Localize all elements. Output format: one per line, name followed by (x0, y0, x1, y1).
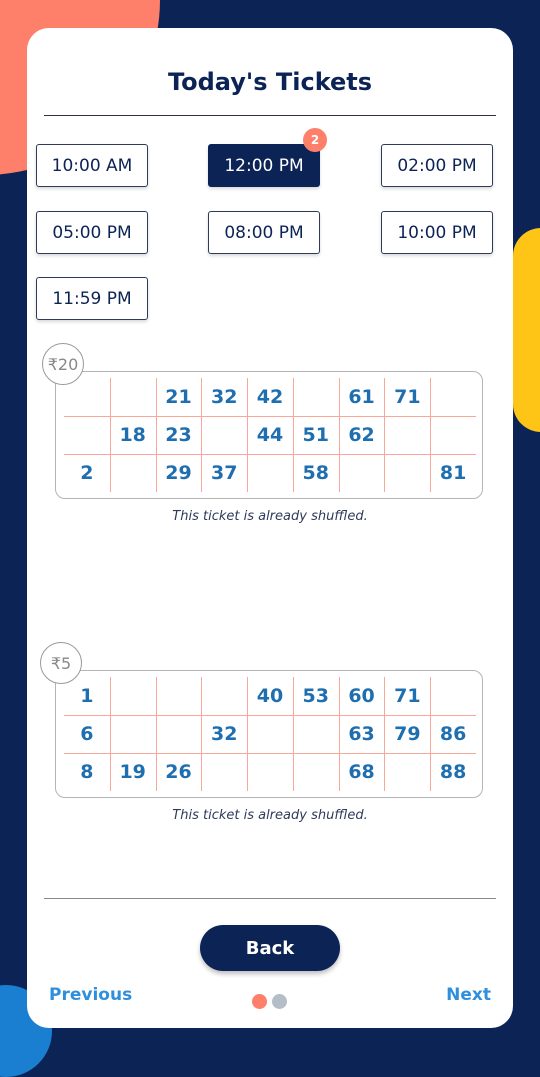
ticket-empty-cell (430, 378, 476, 416)
previous-link[interactable]: Previous (49, 985, 132, 1005)
ticket-empty-cell (201, 677, 247, 715)
ticket-number-cell: 18 (119, 424, 146, 446)
time-slot-1159pm[interactable]: 11:59 PM (36, 277, 148, 320)
ticket-number-cell: 21 (165, 386, 192, 408)
ticket-empty-cell (110, 715, 156, 753)
time-slot-1000pm[interactable]: 10:00 PM (381, 211, 493, 254)
ticket-empty-cell (339, 454, 385, 492)
ticket-empty-cell (247, 715, 293, 753)
ticket-note: This ticket is already shuffled. (172, 808, 368, 823)
ticket-empty-cell (247, 753, 293, 791)
page-indicator-dot[interactable] (272, 994, 287, 1009)
ticket-number-cell: 71 (394, 685, 421, 707)
ticket-grid: 21 32 42 61 71 18 23 44 51 62 2 29 37 58 81 (64, 378, 476, 492)
ticket-empty-cell (156, 715, 202, 753)
ticket-number-cell: 86 (439, 723, 467, 745)
ticket-number-cell: 6 (80, 723, 94, 745)
ticket-number-cell: 63 (348, 723, 375, 745)
footer-divider (44, 898, 496, 899)
ticket-number-cell: 44 (256, 424, 284, 446)
ticket-empty-cell (64, 416, 110, 454)
ticket-price-badge: ₹20 (42, 343, 84, 385)
ticket-number-cell: 23 (165, 424, 192, 446)
page-title: Today's Tickets (167, 68, 373, 96)
ticket-number-cell: 79 (394, 723, 421, 745)
ticket-number-cell: 37 (211, 462, 238, 484)
ticket-note: This ticket is already shuffled. (172, 509, 368, 524)
time-slot-1200pm[interactable]: 12:00 PM (208, 144, 320, 187)
ticket-number-cell: 40 (256, 685, 284, 707)
back-button[interactable]: Back (200, 925, 340, 971)
ticket-empty-cell (247, 454, 293, 492)
ticket-card: 21 32 42 61 71 18 23 44 51 62 2 29 37 58 81 (55, 371, 483, 499)
ticket-empty-cell (293, 753, 339, 791)
ticket-number-cell: 32 (211, 723, 238, 745)
ticket-empty-cell (110, 454, 156, 492)
ticket-empty-cell (384, 454, 430, 492)
ticket-number-cell: 42 (256, 386, 284, 408)
ticket-empty-cell (64, 378, 110, 416)
ticket-number-cell: 68 (348, 761, 375, 783)
ticket-number-cell: 53 (302, 685, 329, 707)
ticket-empty-cell (384, 416, 430, 454)
title-divider (44, 115, 496, 116)
ticket-number-cell: 1 (80, 685, 94, 707)
ticket-number-cell: 61 (348, 386, 375, 408)
ticket-empty-cell (293, 715, 339, 753)
ticket-empty-cell (110, 378, 156, 416)
ticket-number-cell: 71 (394, 386, 421, 408)
ticket-empty-cell (430, 677, 476, 715)
ticket-empty-cell (384, 753, 430, 791)
ticket-number-cell: 51 (302, 424, 329, 446)
ticket-empty-cell (201, 753, 247, 791)
ticket-number-cell: 60 (348, 685, 375, 707)
ticket-number-cell: 58 (302, 462, 329, 484)
time-slot-1000am[interactable]: 10:00 AM (36, 144, 148, 187)
time-slot-0200pm[interactable]: 02:00 PM (381, 144, 493, 187)
ticket-number-cell: 19 (119, 761, 146, 783)
ticket-empty-cell (430, 416, 476, 454)
time-slot-0500pm[interactable]: 05:00 PM (36, 211, 148, 254)
ticket-number-cell: 62 (348, 424, 375, 446)
ticket-number-cell: 32 (211, 386, 238, 408)
ticket-empty-cell (110, 677, 156, 715)
ticket-card: 1 40 53 60 71 6 32 63 79 86 8 19 26 68 88 (55, 670, 483, 798)
ticket-number-cell: 2 (80, 462, 94, 484)
ticket-count-badge: 2 (303, 128, 327, 152)
ticket-empty-cell (293, 378, 339, 416)
next-link[interactable]: Next (446, 985, 491, 1005)
decor-pill-yellow (513, 228, 540, 432)
ticket-number-cell: 8 (80, 761, 94, 783)
ticket-number-cell: 26 (165, 761, 192, 783)
page-indicator-dot-active[interactable] (252, 994, 267, 1009)
ticket-number-cell: 81 (439, 462, 467, 484)
tickets-card: Today's Tickets 10:00 AM 12:00 PM 2 02:0… (27, 28, 513, 1028)
ticket-empty-cell (156, 677, 202, 715)
ticket-number-cell: 29 (165, 462, 192, 484)
time-slot-0800pm[interactable]: 08:00 PM (208, 211, 320, 254)
ticket-empty-cell (201, 416, 247, 454)
ticket-price-badge: ₹5 (40, 642, 82, 684)
ticket-number-cell: 88 (439, 761, 467, 783)
ticket-grid: 1 40 53 60 71 6 32 63 79 86 8 19 26 68 88 (64, 677, 476, 791)
